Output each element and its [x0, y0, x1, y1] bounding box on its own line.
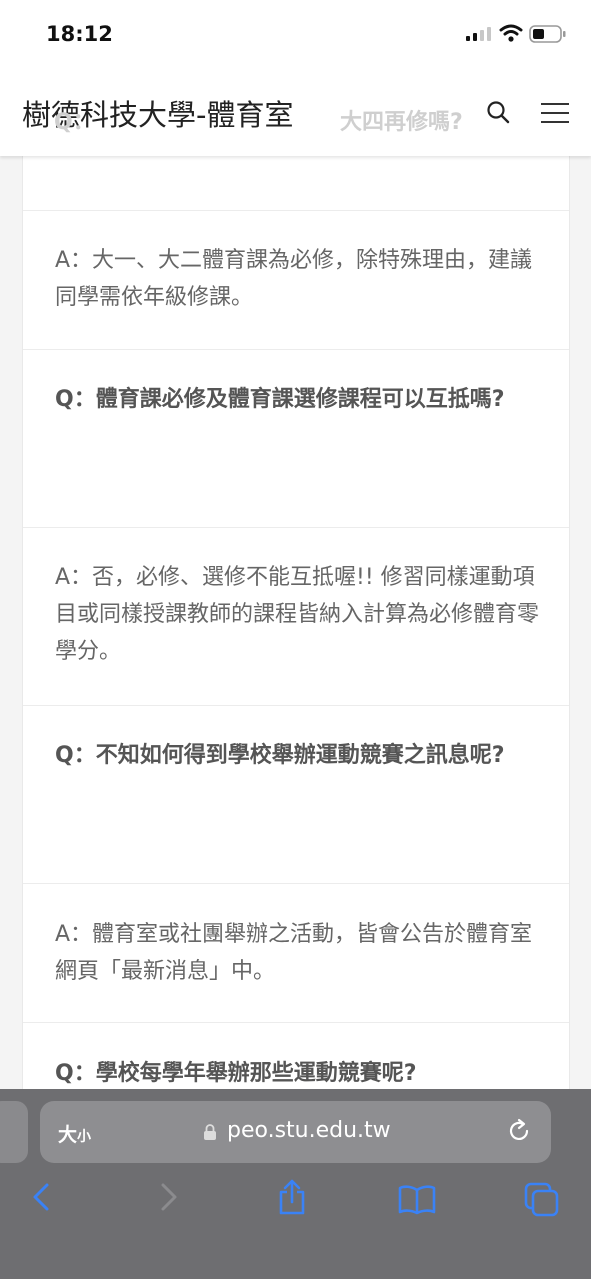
battery-icon: [529, 25, 566, 43]
forward-chevron-icon[interactable]: [158, 1182, 180, 1212]
wifi-icon: [499, 24, 523, 42]
divider: [23, 527, 569, 528]
cellular-signal-icon: [466, 27, 491, 41]
lock-icon: [204, 1124, 216, 1140]
reload-icon[interactable]: [506, 1118, 532, 1144]
faq-card: A：大一、大二體育課為必修，除特殊理由，建議同學需依年級修課。 Q：體育課必修及…: [22, 156, 570, 1116]
status-time: 18:12: [46, 22, 113, 46]
faq-answer: A：體育室或社團舉辦之活動，皆會公告於體育室網頁「最新消息」中。: [55, 922, 533, 984]
back-chevron-icon[interactable]: [30, 1182, 52, 1212]
previous-tab-preview[interactable]: [0, 1101, 28, 1163]
faq-answer: A：大一、大二體育課為必修，除特殊理由，建議同學需依年級修課。: [55, 248, 533, 310]
ghost-question-prefix: Q：: [54, 110, 95, 135]
tabs-icon[interactable]: [524, 1182, 560, 1218]
divider: [23, 349, 569, 350]
ghost-question-text: 大四再修嗎?: [340, 110, 463, 135]
faq-question: Q：不知如何得到學校舉辦運動競賽之訊息呢?: [55, 743, 505, 768]
address-bar[interactable]: 大小 peo.stu.edu.tw: [40, 1101, 551, 1163]
search-icon[interactable]: [486, 100, 510, 124]
faded-question-behind-header: Q： 大四再修嗎?: [54, 104, 463, 136]
divider: [23, 1022, 569, 1023]
status-bar: 18:12: [0, 0, 591, 70]
faq-question: Q：學校每學年舉辦那些運動競賽呢?: [55, 1061, 417, 1086]
faq-answer: A：否，必修、選修不能互抵喔!! 修習同樣運動項目或同樣授課教師的課程皆納入計算…: [55, 565, 540, 664]
share-icon[interactable]: [276, 1178, 308, 1216]
url-text[interactable]: peo.stu.edu.tw: [227, 1118, 391, 1143]
divider: [23, 210, 569, 211]
divider: [23, 883, 569, 884]
hamburger-menu-icon[interactable]: [540, 102, 570, 124]
faq-question: Q：體育課必修及體育課選修課程可以互抵嗎?: [55, 387, 505, 412]
bookmarks-icon[interactable]: [398, 1185, 436, 1215]
text-size-button[interactable]: 大小: [58, 1120, 91, 1147]
divider: [23, 705, 569, 706]
browser-toolbar: 大小 peo.stu.edu.tw: [0, 1089, 591, 1279]
